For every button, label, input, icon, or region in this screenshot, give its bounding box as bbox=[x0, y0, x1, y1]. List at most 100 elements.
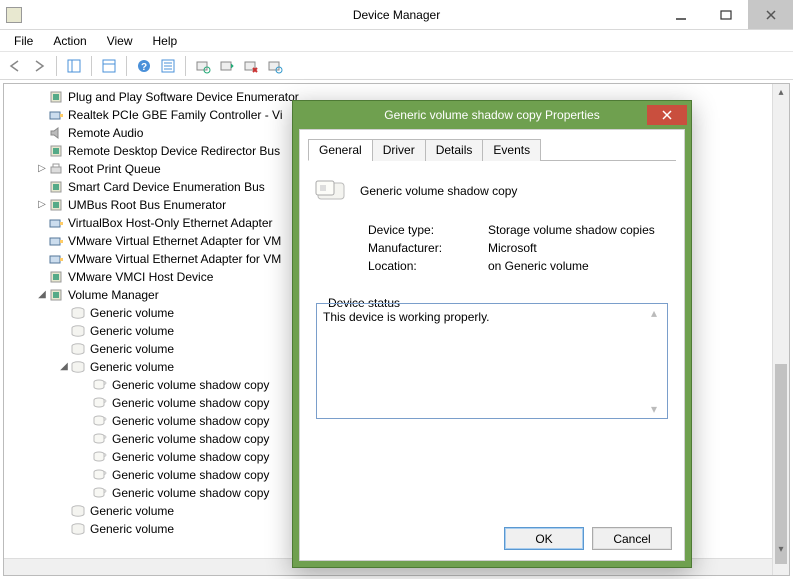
tree-item-label: VMware VMCI Host Device bbox=[68, 268, 213, 286]
forward-button[interactable] bbox=[28, 55, 50, 77]
tree-item-label: Generic volume shadow copy bbox=[112, 430, 269, 448]
device-status-group: Device status This device is working pro… bbox=[316, 289, 668, 419]
nic-icon bbox=[48, 215, 64, 231]
menubar: File Action View Help bbox=[0, 30, 793, 52]
menu-file[interactable]: File bbox=[4, 32, 43, 50]
dialog-titlebar[interactable]: Generic volume shadow copy Properties bbox=[293, 101, 691, 129]
value-device-type: Storage volume shadow copies bbox=[488, 223, 655, 237]
tree-item-label: Generic volume shadow copy bbox=[112, 412, 269, 430]
vol-icon bbox=[70, 341, 86, 357]
tree-item-label: VMware Virtual Ethernet Adapter for VM bbox=[68, 232, 281, 250]
audio-icon bbox=[48, 125, 64, 141]
device-header: Generic volume shadow copy bbox=[308, 161, 676, 211]
vertical-scrollbar[interactable]: ▴ ▾ bbox=[772, 84, 789, 575]
nic-icon bbox=[48, 251, 64, 267]
back-button[interactable] bbox=[4, 55, 26, 77]
dialog-title: Generic volume shadow copy Properties bbox=[293, 108, 691, 122]
toolbar-separator bbox=[185, 56, 186, 76]
nic-icon bbox=[48, 107, 64, 123]
device-status-box: This device is working properly. ▴ ▾ bbox=[316, 303, 668, 419]
scan-icon bbox=[195, 58, 211, 74]
scrollbar-thumb[interactable] bbox=[775, 364, 787, 564]
ok-button[interactable]: OK bbox=[504, 527, 584, 550]
row-manufacturer: Manufacturer: Microsoft bbox=[308, 239, 676, 257]
help-icon: ? bbox=[136, 58, 152, 74]
vol-icon bbox=[70, 359, 86, 375]
label-location: Location: bbox=[368, 259, 488, 273]
menu-action[interactable]: Action bbox=[43, 32, 96, 50]
tab-details[interactable]: Details bbox=[425, 139, 484, 161]
tree-collapse-icon[interactable]: ◢ bbox=[36, 286, 48, 304]
device-icon bbox=[316, 177, 348, 205]
chip-icon bbox=[48, 269, 64, 285]
chip-icon bbox=[48, 287, 64, 303]
tree-item-label: Generic volume bbox=[90, 502, 174, 520]
tree-item-label: Plug and Play Software Device Enumerator bbox=[68, 88, 299, 106]
properties-button[interactable] bbox=[98, 55, 120, 77]
uninstall-icon bbox=[243, 58, 259, 74]
vsc-icon bbox=[92, 449, 108, 465]
help-button[interactable]: ? bbox=[133, 55, 155, 77]
chip-icon bbox=[48, 197, 64, 213]
label-manufacturer: Manufacturer: bbox=[368, 241, 488, 255]
tree-item-label: Generic volume bbox=[90, 340, 174, 358]
tab-general[interactable]: General bbox=[308, 139, 373, 161]
app-icon bbox=[6, 7, 22, 23]
show-hide-tree-button[interactable] bbox=[63, 55, 85, 77]
value-manufacturer: Microsoft bbox=[488, 241, 537, 255]
menu-view[interactable]: View bbox=[97, 32, 143, 50]
update-driver-button[interactable] bbox=[216, 55, 238, 77]
device-status-text: This device is working properly. bbox=[323, 310, 490, 324]
tree-item-label: Generic volume shadow copy bbox=[112, 376, 269, 394]
printer-icon bbox=[48, 161, 64, 177]
tree-expand-icon[interactable]: ▷ bbox=[36, 196, 48, 214]
tree-collapse-icon[interactable]: ◢ bbox=[58, 358, 70, 376]
vsc-icon bbox=[92, 377, 108, 393]
value-location: on Generic volume bbox=[488, 259, 589, 273]
scroll-down-arrow-icon: ▾ bbox=[651, 402, 665, 416]
uninstall-button[interactable] bbox=[240, 55, 262, 77]
tree-item-label: Root Print Queue bbox=[68, 160, 161, 178]
dialog-buttons: OK Cancel bbox=[504, 527, 672, 550]
scan-hardware-button[interactable] bbox=[192, 55, 214, 77]
disable-icon bbox=[267, 58, 283, 74]
row-device-type: Device type: Storage volume shadow copie… bbox=[308, 221, 676, 239]
tree-item-label: Generic volume shadow copy bbox=[112, 394, 269, 412]
menu-help[interactable]: Help bbox=[143, 32, 188, 50]
tree-item-label: VMware Virtual Ethernet Adapter for VM bbox=[68, 250, 281, 268]
status-scrollbar[interactable]: ▴ ▾ bbox=[651, 306, 665, 416]
tree-item-label: Remote Desktop Device Redirector Bus bbox=[68, 142, 280, 160]
vsc-icon bbox=[92, 467, 108, 483]
close-button[interactable] bbox=[748, 0, 793, 29]
window-controls bbox=[658, 0, 793, 29]
tree-item-label: Generic volume bbox=[90, 358, 174, 376]
tab-events[interactable]: Events bbox=[482, 139, 541, 161]
back-arrow-icon bbox=[7, 58, 23, 74]
maximize-button[interactable] bbox=[703, 0, 748, 29]
tree-item-label: Smart Card Device Enumeration Bus bbox=[68, 178, 265, 196]
tree-pane-icon bbox=[66, 58, 82, 74]
scroll-up-arrow-icon: ▴ bbox=[651, 306, 665, 320]
disable-button[interactable] bbox=[264, 55, 286, 77]
tab-driver[interactable]: Driver bbox=[372, 139, 426, 161]
toolbar: ? bbox=[0, 52, 793, 80]
vol-icon bbox=[70, 323, 86, 339]
dialog-body: General Driver Details Events Generic vo… bbox=[299, 129, 685, 561]
minimize-icon bbox=[675, 9, 687, 21]
chip-icon bbox=[48, 143, 64, 159]
tree-expand-icon[interactable]: ▷ bbox=[36, 160, 48, 178]
vol-icon bbox=[70, 503, 86, 519]
scroll-up-arrow-icon[interactable]: ▴ bbox=[773, 84, 789, 101]
scroll-down-arrow-icon[interactable]: ▾ bbox=[773, 541, 789, 558]
tree-item-label: Realtek PCIe GBE Family Controller - Vi bbox=[68, 106, 283, 124]
tree-item-label: Volume Manager bbox=[68, 286, 159, 304]
device-name: Generic volume shadow copy bbox=[360, 184, 517, 198]
chip-icon bbox=[48, 179, 64, 195]
cancel-button[interactable]: Cancel bbox=[592, 527, 672, 550]
tree-item-label: Generic volume shadow copy bbox=[112, 484, 269, 502]
maximize-icon bbox=[720, 9, 732, 21]
tab-strip: General Driver Details Events bbox=[308, 138, 676, 161]
chip-icon bbox=[48, 89, 64, 105]
show-hidden-button[interactable] bbox=[157, 55, 179, 77]
minimize-button[interactable] bbox=[658, 0, 703, 29]
